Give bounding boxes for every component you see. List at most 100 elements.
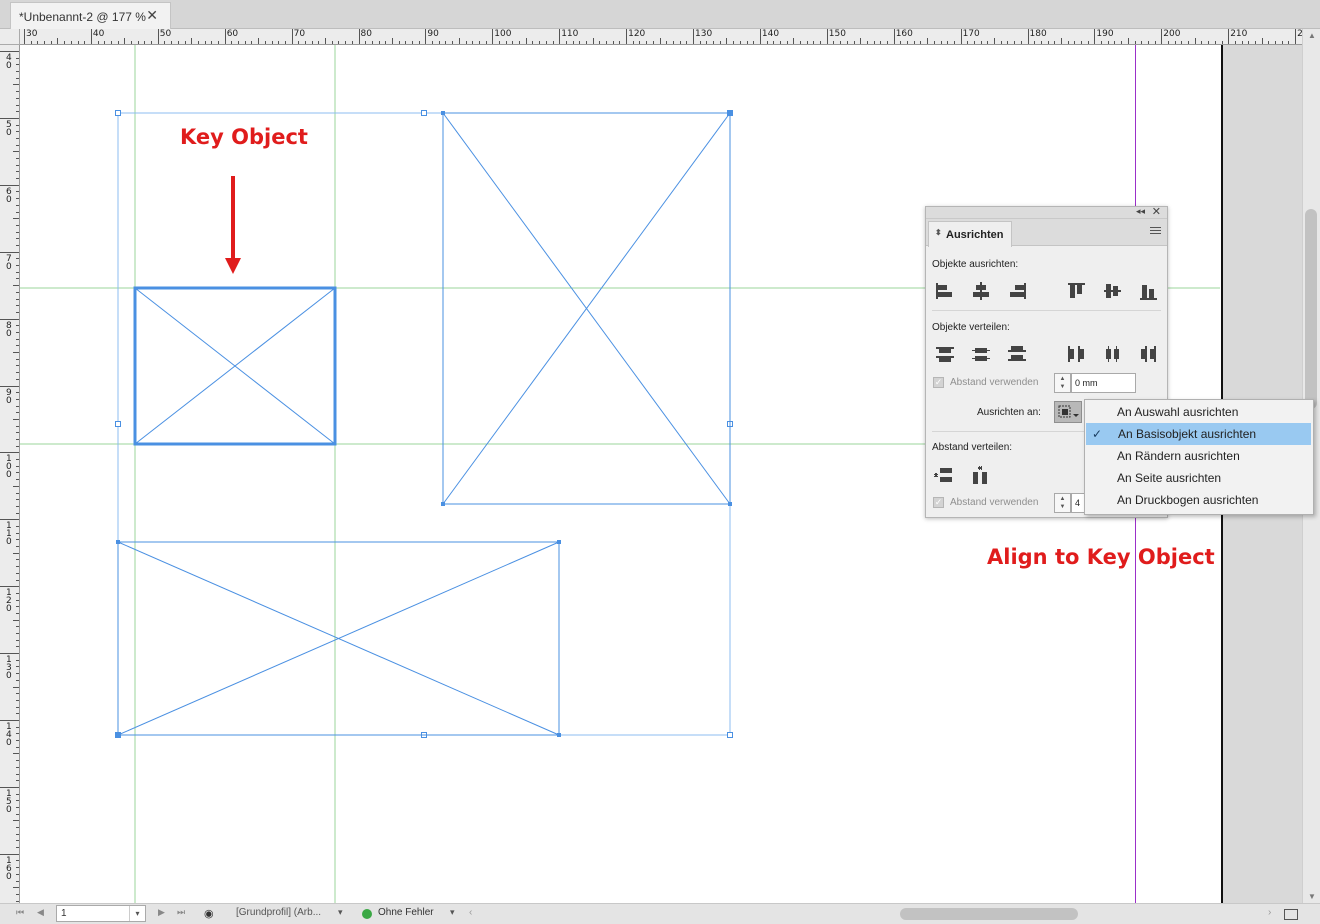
ruler-tick xyxy=(0,853,19,855)
ruler-tick xyxy=(16,278,19,280)
ruler-tick xyxy=(318,41,320,44)
ruler-tick xyxy=(137,41,139,44)
align-horizontal-centers-icon[interactable] xyxy=(969,280,993,302)
ruler-tick xyxy=(16,77,19,79)
distribute-vertical-centers-icon[interactable] xyxy=(969,343,993,365)
spacing-stepper-2[interactable]: ▲ ▼ xyxy=(1054,493,1071,513)
align-to-menu-item[interactable]: An Auswahl ausrichten xyxy=(1085,401,1313,423)
ruler-tick xyxy=(16,646,19,648)
close-panel-icon[interactable]: ✕ xyxy=(1152,205,1161,218)
ruler-tick xyxy=(325,38,327,44)
first-page-icon[interactable]: ⏮ xyxy=(16,907,24,918)
ruler-tick xyxy=(498,41,500,44)
menu-item-label: An Basisobjekt ausrichten xyxy=(1118,427,1257,441)
use-spacing-checkbox-2[interactable]: ✓ xyxy=(933,497,944,508)
vertical-scroll-thumb[interactable] xyxy=(1305,209,1317,409)
distribute-horizontal-centers-icon[interactable] xyxy=(1101,343,1125,365)
preflight-profile[interactable]: [Grundprofil] (Arb... xyxy=(236,907,321,918)
document-tab[interactable]: *Unbenannt-2 @ 177 % ✕ xyxy=(10,2,171,29)
scroll-down-icon[interactable]: ▼ xyxy=(1308,892,1316,901)
use-spacing-checkbox[interactable]: ✓ xyxy=(933,377,944,388)
ruler-tick xyxy=(666,41,668,44)
distribute-right-edges-icon[interactable] xyxy=(1137,343,1161,365)
ruler-tick xyxy=(1141,41,1143,44)
selection-handles[interactable] xyxy=(115,110,733,738)
close-icon[interactable]: ✕ xyxy=(146,7,158,24)
ruler-tick xyxy=(284,41,286,44)
ruler-tick xyxy=(672,41,674,44)
ruler-tick xyxy=(833,41,835,44)
collapse-panel-icon[interactable]: ◂◂ xyxy=(1136,206,1145,217)
ruler-tick xyxy=(16,258,19,260)
vertical-ruler[interactable]: 40 50 60 70 80 90 100 110 120 130 140 150 160 xyxy=(0,45,20,903)
ruler-tick xyxy=(16,780,19,782)
preflight-status[interactable]: Ohne Fehler xyxy=(378,907,434,918)
panel-tab-label: Ausrichten xyxy=(946,229,1004,241)
ruler-origin[interactable] xyxy=(0,29,20,45)
distribute-bottom-edges-icon[interactable] xyxy=(1005,343,1029,365)
horizontal-ruler[interactable]: 30 40 50 60 70 80 90 100 110 120 130 140 150 160 170 18… xyxy=(20,29,1302,45)
menu-item-label: An Druckbogen ausrichten xyxy=(1117,493,1259,507)
ruler-tick xyxy=(933,41,935,44)
align-bottom-edges-icon[interactable] xyxy=(1137,280,1161,302)
previous-page-icon[interactable]: ◀ xyxy=(37,907,44,918)
ruler-tick xyxy=(13,84,19,86)
distribute-top-edges-icon[interactable] xyxy=(933,343,957,365)
scroll-up-icon[interactable]: ▲ xyxy=(1308,31,1316,40)
divider xyxy=(932,310,1161,311)
ruler-label: 140 xyxy=(6,722,12,748)
align-to-menu-item[interactable]: An Seite ausrichten xyxy=(1085,467,1313,489)
key-object-frame[interactable] xyxy=(133,286,337,446)
ruler-tick xyxy=(291,29,293,44)
align-right-edges-icon[interactable] xyxy=(1005,280,1029,302)
spacing-input-2[interactable]: 4 xyxy=(1071,493,1085,513)
ruler-tick xyxy=(331,41,333,44)
chevron-down-icon[interactable]: ▾ xyxy=(450,907,455,918)
ruler-tick xyxy=(759,29,761,44)
scroll-left-icon[interactable]: ‹ xyxy=(469,907,472,918)
ruler-tick xyxy=(16,760,19,762)
spacing-stepper[interactable]: ▲ ▼ xyxy=(1054,373,1071,393)
ruler-tick xyxy=(1208,41,1210,44)
align-top-edges-icon[interactable] xyxy=(1065,280,1089,302)
ruler-tick xyxy=(0,519,19,521)
align-to-key-annotation: Align to Key Object xyxy=(987,545,1215,569)
split-view-icon[interactable] xyxy=(1284,909,1298,920)
page-number-field[interactable]: 1 ▾ xyxy=(56,905,146,922)
align-to-dropdown-button[interactable] xyxy=(1054,401,1082,423)
ruler-tick xyxy=(639,41,641,44)
last-page-icon[interactable]: ⏭ xyxy=(177,907,185,918)
distribute-horizontal-space-icon[interactable] xyxy=(969,464,993,486)
ruler-tick xyxy=(860,38,862,44)
spacing-input[interactable]: 0 mm xyxy=(1071,373,1136,393)
profile-icon[interactable]: ◉ xyxy=(204,907,214,920)
align-left-edges-icon[interactable] xyxy=(933,280,957,302)
chevron-down-icon[interactable]: ▾ xyxy=(129,906,145,921)
ruler-tick xyxy=(358,29,360,44)
distribute-vertical-space-icon[interactable] xyxy=(932,464,956,486)
panel-titlebar[interactable]: ◂◂ ✕ xyxy=(926,205,1167,219)
chevron-down-icon[interactable]: ▾ xyxy=(338,907,343,918)
next-page-icon[interactable]: ▶ xyxy=(158,907,165,918)
checkmark-icon: ✓ xyxy=(1092,427,1103,441)
ruler-label: 180 xyxy=(1029,29,1047,39)
ruler-tick xyxy=(1007,41,1009,44)
image-frame-large[interactable] xyxy=(441,111,732,506)
tab-ausrichten[interactable]: ⬍ Ausrichten xyxy=(928,221,1012,247)
align-vertical-centers-icon[interactable] xyxy=(1101,280,1125,302)
selection-bounding-box[interactable] xyxy=(117,112,731,736)
panel-menu-icon[interactable] xyxy=(1150,227,1161,236)
ruler-tick xyxy=(16,525,19,527)
align-to-menu-item[interactable]: ✓ An Basisobjekt ausrichten xyxy=(1086,423,1311,445)
horizontal-scroll-thumb[interactable] xyxy=(900,908,1078,920)
align-to-menu-item[interactable]: An Druckbogen ausrichten xyxy=(1085,489,1313,511)
image-frame-wide[interactable] xyxy=(116,540,561,737)
distribute-left-edges-icon[interactable] xyxy=(1065,343,1089,365)
scroll-right-icon[interactable]: › xyxy=(1268,907,1271,918)
ruler-tick xyxy=(351,41,353,44)
ruler-tick xyxy=(565,41,567,44)
ruler-tick xyxy=(0,786,19,788)
ruler-tick xyxy=(258,38,260,44)
ruler-tick xyxy=(16,305,19,307)
align-to-menu-item[interactable]: An Rändern ausrichten xyxy=(1085,445,1313,467)
